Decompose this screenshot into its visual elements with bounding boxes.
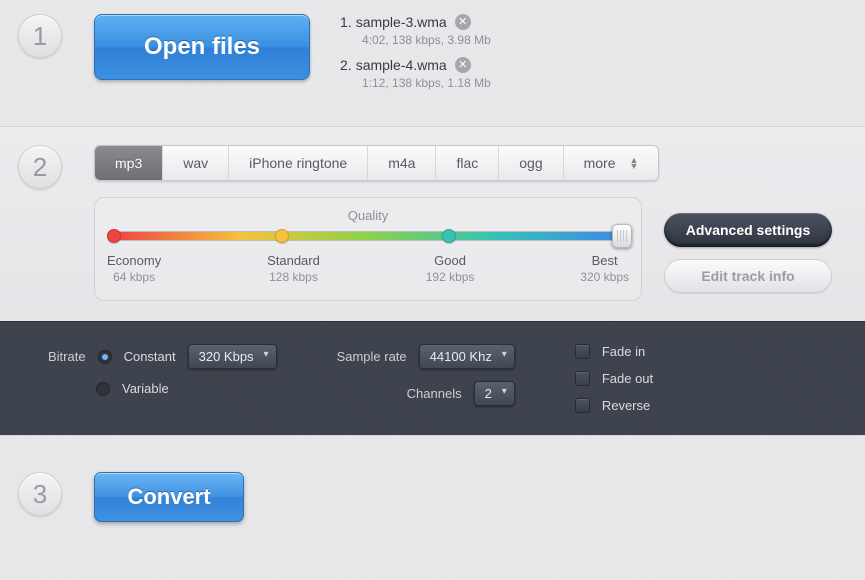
remove-file-button[interactable]: ✕ <box>455 57 471 73</box>
bitrate-variable-radio[interactable] <box>96 382 110 396</box>
format-tab-ogg[interactable]: ogg <box>499 146 563 180</box>
reverse-checkbox[interactable] <box>575 398 590 413</box>
bitrate-constant-label: Constant <box>124 349 176 364</box>
format-tab-iphone-ringtone[interactable]: iPhone ringtone <box>229 146 368 180</box>
format-tab-flac[interactable]: flac <box>436 146 499 180</box>
file-name: sample-3.wma <box>356 14 447 30</box>
file-meta: 4:02, 138 kbps, 3.98 Mb <box>362 33 491 47</box>
quality-slider-track[interactable] <box>113 231 623 241</box>
format-tab-more[interactable]: more ▲▼ <box>564 146 659 180</box>
quality-label-good: Good <box>434 253 466 268</box>
remove-file-button[interactable]: ✕ <box>455 14 471 30</box>
bitrate-variable-label: Variable <box>122 381 169 396</box>
step-3: 3 Convert <box>0 436 865 576</box>
step-badge-1: 1 <box>18 14 62 58</box>
edit-track-info-button[interactable]: Edit track info <box>664 259 832 293</box>
file-index: 2. <box>340 57 352 73</box>
file-meta: 1:12, 138 kbps, 1.18 Mb <box>362 76 491 90</box>
step-2: 2 mp3 wav iPhone ringtone m4a flac ogg m… <box>0 126 865 436</box>
reverse-label: Reverse <box>602 398 650 413</box>
file-row: 2. sample-4.wma ✕ 1:12, 138 kbps, 1.18 M… <box>340 57 491 90</box>
quality-label-best: Best <box>592 253 618 268</box>
file-name: sample-4.wma <box>356 57 447 73</box>
quality-panel: Quality Economy 64 kbps Standard 128 kbps … <box>94 197 642 301</box>
file-index: 1. <box>340 14 352 30</box>
bitrate-label: Bitrate <box>48 349 86 364</box>
format-tab-m4a[interactable]: m4a <box>368 146 436 180</box>
quality-stop-good[interactable] <box>442 229 456 243</box>
step-1: 1 Open files 1. sample-3.wma ✕ 4:02, 138… <box>0 0 865 126</box>
format-more-label: more <box>584 155 616 171</box>
quality-stop-standard[interactable] <box>275 229 289 243</box>
quality-stop-economy[interactable] <box>107 229 121 243</box>
quality-sub-good: 192 kbps <box>426 270 475 284</box>
sample-rate-label: Sample rate <box>337 349 407 364</box>
advanced-settings-button[interactable]: Advanced settings <box>664 213 832 247</box>
quality-label-standard: Standard <box>267 253 320 268</box>
fade-in-label: Fade in <box>602 344 645 359</box>
fade-in-checkbox[interactable] <box>575 344 590 359</box>
channels-select[interactable]: 2 <box>474 381 515 406</box>
quality-sub-economy: 64 kbps <box>107 270 161 284</box>
advanced-panel: Bitrate Constant 320 Kbps Variable Sampl… <box>0 321 865 435</box>
sample-rate-select[interactable]: 44100 Khz <box>419 344 515 369</box>
format-tab-mp3[interactable]: mp3 <box>95 146 163 180</box>
quality-slider-handle[interactable] <box>612 224 632 248</box>
quality-labels: Economy 64 kbps Standard 128 kbps Good 192 … <box>107 253 629 284</box>
step-badge-3: 3 <box>18 472 62 516</box>
bitrate-select[interactable]: 320 Kbps <box>188 344 277 369</box>
convert-button[interactable]: Convert <box>94 472 244 522</box>
fade-out-checkbox[interactable] <box>575 371 590 386</box>
quality-sub-standard: 128 kbps <box>267 270 320 284</box>
open-files-button[interactable]: Open files <box>94 14 310 80</box>
format-tabs: mp3 wav iPhone ringtone m4a flac ogg mor… <box>94 145 659 181</box>
fade-out-label: Fade out <box>602 371 653 386</box>
format-tab-wav[interactable]: wav <box>163 146 229 180</box>
step-badge-2: 2 <box>18 145 62 189</box>
updown-icon: ▲▼ <box>630 157 639 169</box>
quality-title: Quality <box>113 208 623 223</box>
quality-sub-best: 320 kbps <box>580 270 629 284</box>
file-list: 1. sample-3.wma ✕ 4:02, 138 kbps, 3.98 M… <box>340 14 491 100</box>
file-row: 1. sample-3.wma ✕ 4:02, 138 kbps, 3.98 M… <box>340 14 491 47</box>
channels-label: Channels <box>407 386 462 401</box>
bitrate-constant-radio[interactable] <box>98 350 112 364</box>
quality-label-economy: Economy <box>107 253 161 268</box>
